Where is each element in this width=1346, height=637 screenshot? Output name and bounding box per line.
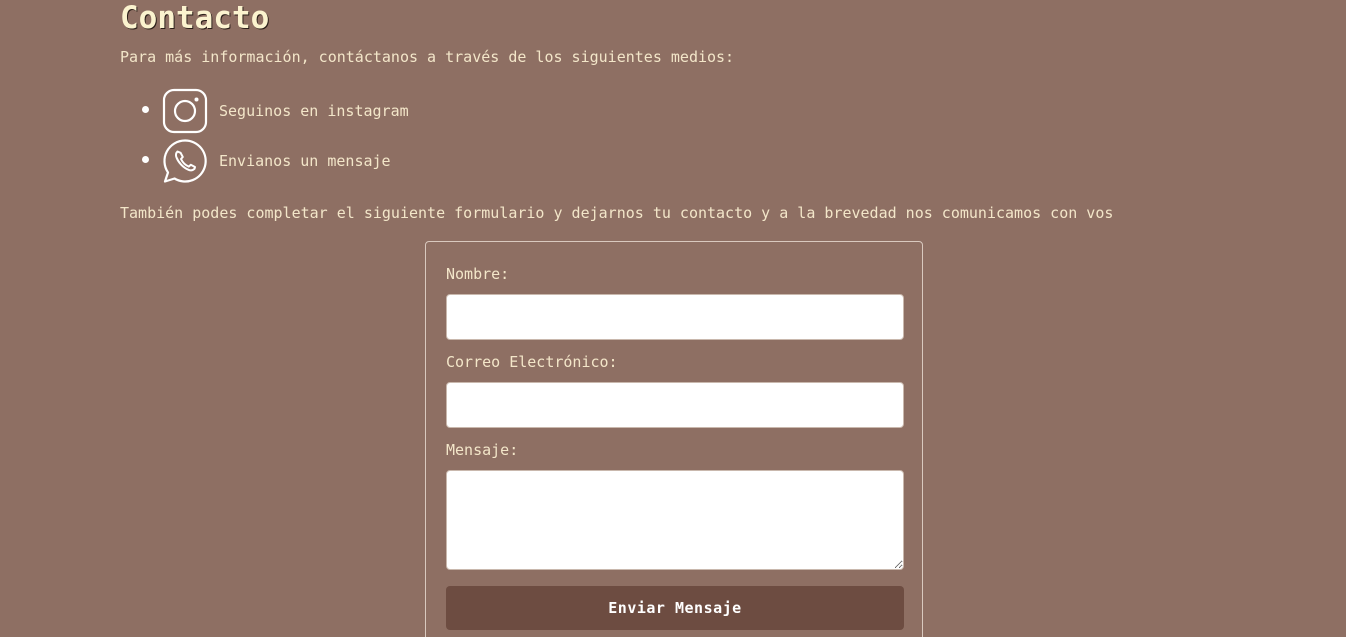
list-item-whatsapp[interactable]: Envianos un mensaje <box>120 136 409 186</box>
list-item-instagram[interactable]: Seguinos en instagram <box>120 86 409 136</box>
email-label: Correo Electrónico: <box>446 353 618 371</box>
contact-list: Seguinos en instagram Envianos un mensaj… <box>120 86 409 186</box>
page-title: Contacto <box>120 0 270 36</box>
contact-page: Contacto Para más información, contáctan… <box>0 0 1346 637</box>
name-input[interactable] <box>446 294 904 340</box>
whatsapp-icon[interactable] <box>162 138 208 184</box>
submit-button[interactable]: Enviar Mensaje <box>446 586 904 630</box>
contact-form: Nombre: Correo Electrónico: Mensaje: Env… <box>425 241 923 637</box>
email-input[interactable] <box>446 382 904 428</box>
message-label: Mensaje: <box>446 441 519 459</box>
intro-text: Para más información, contáctanos a trav… <box>120 48 735 66</box>
whatsapp-link[interactable]: Envianos un mensaje <box>219 151 391 171</box>
instagram-link[interactable]: Seguinos en instagram <box>219 101 409 121</box>
bullet <box>142 156 149 163</box>
message-textarea[interactable] <box>446 470 904 570</box>
form-intro-text: También podes completar el siguiente for… <box>120 204 1114 222</box>
name-label: Nombre: <box>446 265 510 283</box>
bullet <box>142 106 149 113</box>
instagram-icon[interactable] <box>162 88 208 134</box>
